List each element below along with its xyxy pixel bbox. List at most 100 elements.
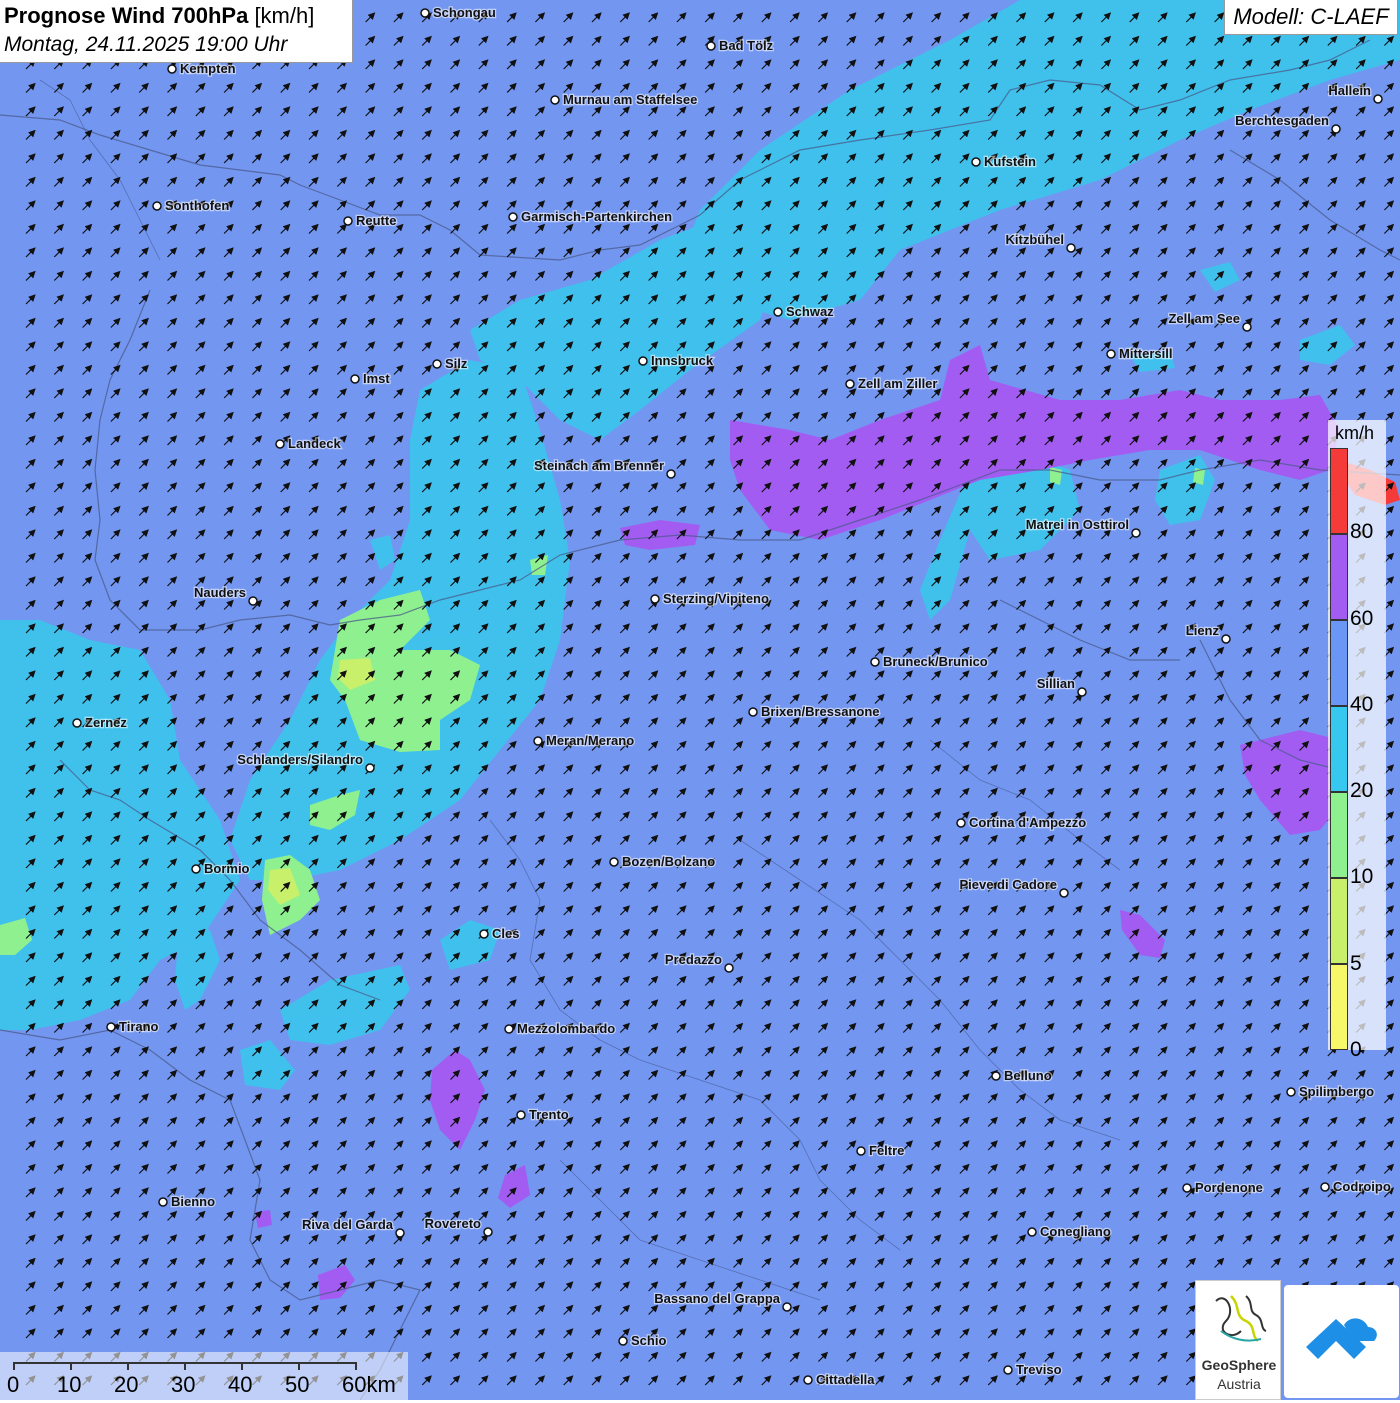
city-label: Bienno (171, 1194, 215, 1209)
city-dot (1066, 243, 1076, 253)
city-label: Schio (631, 1333, 666, 1348)
weather-app-logo (1284, 1285, 1399, 1398)
city-label: Mezzolombardo (517, 1021, 615, 1036)
city-marker: Sterzing/Vipiteno (650, 590, 770, 607)
city-marker: Garmisch-Partenkirchen (508, 208, 673, 225)
city-label: Schongau (433, 5, 496, 20)
city-label: Bassano del Grappa (654, 1291, 780, 1306)
app-logo-icon (1306, 1318, 1377, 1359)
geosphere-logo-sub: Austria (1217, 1376, 1261, 1392)
legend-unit: km/h (1335, 423, 1375, 443)
city-marker: Brixen/Bressanone (748, 703, 881, 720)
city-marker: Bruneck/Brunico (870, 653, 989, 670)
legend-band (1330, 878, 1348, 964)
city-dot (856, 1146, 866, 1156)
scale-label: 0 (7, 1372, 20, 1397)
city-label: Zell am Ziller (858, 376, 937, 391)
city-label: Sonthofen (165, 198, 229, 213)
city-dot (72, 718, 82, 728)
city-label: Bad Tölz (719, 38, 774, 53)
city-dot (638, 356, 648, 366)
city-dot (504, 1024, 514, 1034)
city-dot (350, 374, 360, 384)
scale-label: 20 (114, 1372, 139, 1397)
city-dot (1182, 1183, 1192, 1193)
city-marker: Bozen/Bolzano (609, 853, 716, 870)
city-label: Nauders (194, 585, 246, 600)
city-label: Mittersill (1119, 346, 1172, 361)
city-dot (1221, 634, 1231, 644)
city-label: Sterzing/Vipiteno (663, 591, 769, 606)
legend-tick-label: 60 (1350, 607, 1374, 630)
city-label: Pordenone (1195, 1180, 1263, 1195)
scale-tick (298, 1362, 300, 1370)
city-dot (1077, 687, 1087, 697)
city-dot (1373, 94, 1383, 104)
city-label: Cittadella (816, 1372, 875, 1387)
city-label: Schwaz (786, 304, 834, 319)
city-label: Tirano (119, 1019, 159, 1034)
city-marker: Sonthofen (152, 197, 231, 214)
city-label: Cles (492, 926, 519, 941)
geosphere-logo-icon (1215, 1295, 1267, 1343)
city-label: Imst (363, 371, 390, 386)
city-label: Zernez (85, 715, 127, 730)
city-label: Lienz (1186, 623, 1220, 638)
legend-band (1330, 706, 1348, 792)
legend-band (1330, 792, 1348, 878)
city-dot (420, 8, 430, 18)
city-marker: Zell am Ziller (845, 375, 939, 392)
city-dot (803, 1375, 813, 1385)
map-title-main: Prognose Wind 700hPa (4, 3, 249, 28)
city-dot (650, 594, 660, 604)
scale-tick (127, 1362, 129, 1370)
city-label: Treviso (1016, 1362, 1062, 1377)
city-label: Rovereto (425, 1216, 481, 1231)
scale-label: 40 (228, 1372, 253, 1397)
city-dot (666, 469, 676, 479)
legend-band (1330, 620, 1348, 706)
city-dot (1320, 1182, 1330, 1192)
city-dot (1242, 322, 1252, 332)
city-label: Bozen/Bolzano (622, 854, 715, 869)
city-dot (343, 216, 353, 226)
forecast-datetime: Montag, 24.11.2025 19:00 Uhr (4, 33, 288, 56)
city-dot (550, 95, 560, 105)
city-label: Berchtesgaden (1235, 113, 1329, 128)
legend-tick-label: 10 (1350, 865, 1374, 888)
legend-tick-label: 5 (1350, 952, 1362, 975)
city-dot (508, 212, 518, 222)
city-dot (773, 307, 783, 317)
city-dot (432, 359, 442, 369)
city-label: Feltre (869, 1143, 904, 1158)
city-label: Conegliano (1040, 1224, 1111, 1239)
scale-label: 10 (57, 1372, 82, 1397)
city-marker: Cortina d'Ampezzo (956, 814, 1088, 831)
city-dot (1331, 124, 1341, 134)
city-label: Innsbruck (651, 353, 714, 368)
city-label: Bormio (204, 861, 250, 876)
city-marker: Pordenone (1182, 1179, 1264, 1196)
city-dot (956, 818, 966, 828)
city-dot (724, 963, 734, 973)
city-label: Zell am See (1168, 311, 1240, 326)
city-dot (870, 657, 880, 667)
city-label: Silz (445, 356, 468, 371)
city-marker: Spilimbergo (1286, 1083, 1375, 1100)
city-marker: Mezzolombardo (504, 1020, 617, 1037)
scale-label: 30 (171, 1372, 196, 1397)
city-label: Trento (529, 1107, 569, 1122)
legend-tick-label: 80 (1350, 520, 1374, 543)
city-marker: Innsbruck (638, 352, 715, 369)
city-label: Murnau am Staffelsee (563, 92, 697, 107)
legend-tick-label: 0 (1350, 1038, 1362, 1061)
geosphere-austria-logo: GeoSphere Austria (1195, 1280, 1281, 1400)
city-dot (748, 707, 758, 717)
city-label: Kempten (180, 61, 236, 76)
scale-tick (13, 1362, 15, 1370)
city-dot (991, 1071, 1001, 1081)
city-dot (1059, 888, 1069, 898)
city-dot (152, 201, 162, 211)
map-title: Prognose Wind 700hPa [km/h] (4, 3, 314, 29)
city-label: Landeck (288, 436, 342, 451)
